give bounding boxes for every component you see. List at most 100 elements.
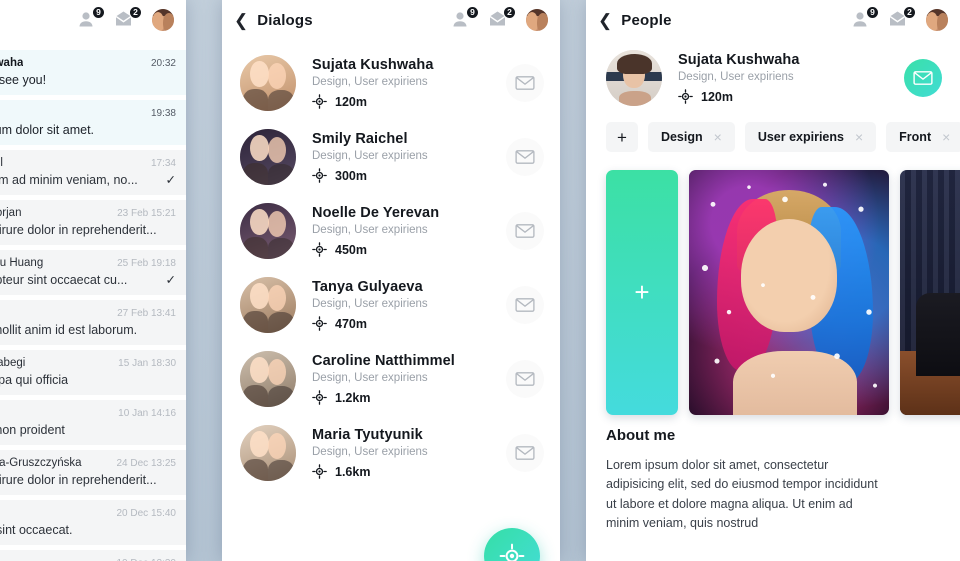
profile-title: People: [621, 11, 672, 29]
list-item[interactable]: Noelle De Yerevan Design, User expiriens 4…: [222, 194, 560, 268]
profile-panel: ❮ People 9 2 Sujata Kushwaha Design, Use…: [586, 0, 960, 561]
contacts-icon-button[interactable]: 9: [78, 6, 105, 30]
avatar[interactable]: [240, 277, 296, 333]
profile-name: Sujata Kushwaha: [678, 52, 800, 68]
locate-target-icon: [312, 464, 327, 479]
chevron-left-icon[interactable]: ❮: [234, 12, 248, 29]
plus-icon[interactable]: +: [617, 129, 627, 146]
chat-row[interactable]: ...rzabegi 15 Jan 18:30 ...ulpa qui offici…: [0, 350, 186, 395]
header-icon-group: 9 2: [852, 6, 948, 31]
locate-target-icon: [678, 89, 693, 104]
chat-row-message: ...sum dolor sit amet.: [0, 123, 176, 137]
close-icon[interactable]: ×: [714, 130, 722, 144]
contacts-icon-button[interactable]: 9: [852, 6, 879, 30]
chat-row-top: ...da27 Feb 13:41: [0, 307, 176, 319]
avatar[interactable]: [240, 425, 296, 481]
person-distance-row: 470m: [312, 316, 506, 331]
chat-preview-text: ... mollit anim id est laborum.: [0, 323, 138, 337]
avatar[interactable]: [240, 55, 296, 111]
message-button[interactable]: [506, 212, 544, 250]
chat-contact-name: ...Horjan: [0, 207, 22, 219]
send-message-button[interactable]: [904, 59, 942, 97]
add-tag-button[interactable]: +: [606, 122, 638, 152]
check-icon: ✓: [165, 173, 176, 187]
profile-avatar[interactable]: [526, 9, 548, 31]
chat-row-top: ...nt19:38: [0, 107, 176, 119]
contacts-icon-button[interactable]: 9: [452, 6, 479, 30]
avatar[interactable]: [240, 129, 296, 185]
list-item[interactable]: Caroline Natthimmel Design, User expirien…: [222, 342, 560, 416]
chat-row-message: ...o see you!: [0, 73, 176, 87]
dialogs-back-group[interactable]: ❮ Dialogs: [234, 12, 313, 29]
messages-icon-button[interactable]: 2: [115, 6, 142, 30]
chat-row-message: ...r sint occaecat.: [0, 523, 176, 537]
gallery-photo-room[interactable]: [900, 170, 960, 415]
list-item[interactable]: Smily Raichel Design, User expiriens 300m: [222, 120, 560, 194]
chat-rows: ...hwaha 20:32 ...o see you! ...nt19:38 ...s…: [0, 40, 186, 561]
chat-row[interactable]: ...tz10 Dec 12:30: [0, 550, 186, 561]
close-icon[interactable]: ×: [855, 130, 863, 144]
chat-row-top: ...uyu Huang 25 Feb 19:18: [0, 257, 176, 269]
locate-fab-button[interactable]: [484, 528, 540, 561]
profile-header: ❮ People 9 2: [586, 0, 960, 40]
person-distance-row: 120m: [312, 94, 506, 109]
chat-row-top: ...ke10 Jan 14:16: [0, 407, 176, 419]
messages-icon-button[interactable]: 2: [489, 6, 516, 30]
tag-label: User expiriens: [757, 130, 844, 144]
chat-preview-text: ...r sint occaecat.: [0, 523, 73, 537]
message-button[interactable]: [506, 64, 544, 102]
envelope-icon: [515, 298, 535, 312]
profile-avatar[interactable]: [926, 9, 948, 31]
person-subtitle: Design, User expiriens: [312, 150, 428, 162]
chat-row[interactable]: ...cka-Gruszczyńska 24 Dec 13:25 ...e irur…: [0, 450, 186, 495]
chat-row-message: ...epteur sint occaecat cu... ✓: [0, 273, 176, 287]
list-item[interactable]: Sujata Kushwaha Design, User expiriens 120…: [222, 46, 560, 120]
chevron-left-icon[interactable]: ❮: [598, 12, 612, 29]
messages-icon-button[interactable]: 2: [889, 6, 916, 30]
message-button[interactable]: [506, 286, 544, 324]
chat-row[interactable]: ...hwaha 20:32 ...o see you!: [0, 50, 186, 95]
chat-row-top: ...hel 17:34: [0, 157, 176, 169]
person-name: Sujata Kushwaha: [312, 57, 434, 73]
person-name: Caroline Natthimmel: [312, 353, 455, 369]
person-name: Maria Tyutyunik: [312, 427, 423, 443]
chat-row[interactable]: ...nt20 Dec 15:40 ...r sint occaecat.: [0, 500, 186, 545]
chat-row[interactable]: ...uyu Huang 25 Feb 19:18 ...epteur sint o…: [0, 250, 186, 295]
list-item[interactable]: Tanya Gulyaeva Design, User expiriens 470m: [222, 268, 560, 342]
avatar[interactable]: [240, 351, 296, 407]
profile-avatar[interactable]: [152, 9, 174, 31]
gallery-photo-club[interactable]: [689, 170, 889, 415]
person-subtitle: Design, User expiriens: [312, 372, 428, 384]
profile-back-group[interactable]: ❮ People: [598, 12, 672, 29]
list-item-info: Maria Tyutyunik Design, User expiriens 1.6…: [296, 427, 506, 479]
chat-row-message: ...t non proident: [0, 423, 176, 437]
chat-row[interactable]: ...ke10 Jan 14:16 ...t non proident: [0, 400, 186, 445]
left-panel-header: 9 2: [0, 0, 186, 40]
avatar[interactable]: [240, 203, 296, 259]
avatar-face-right: [163, 13, 174, 31]
chat-row[interactable]: ...hel 17:34 ...nim ad minim veniam, no...…: [0, 150, 186, 195]
tag-chip[interactable]: User expiriens ×: [744, 122, 877, 152]
locate-target-icon: [312, 242, 327, 257]
check-icon: ✓: [165, 273, 176, 287]
list-item[interactable]: Maria Tyutyunik Design, User expiriens 1.6…: [222, 416, 560, 490]
chat-row[interactable]: ...da27 Feb 13:41 ... mollit anim id est …: [0, 300, 186, 345]
tag-chip[interactable]: Front ×: [886, 122, 960, 152]
chat-contact-name: ...hwaha: [0, 57, 24, 69]
locate-target-icon: [312, 94, 327, 109]
close-icon[interactable]: ×: [942, 130, 950, 144]
tag-chip[interactable]: Design ×: [647, 122, 735, 152]
profile-photo[interactable]: [606, 50, 662, 106]
person-distance-row: 450m: [312, 242, 506, 257]
chat-row[interactable]: ...nt19:38 ...sum dolor sit amet.: [0, 100, 186, 145]
message-button[interactable]: [506, 360, 544, 398]
message-button[interactable]: [506, 434, 544, 472]
add-photo-card[interactable]: +: [606, 170, 678, 415]
chat-row[interactable]: ...Horjan 23 Feb 15:21 ...e irure dolor in…: [0, 200, 186, 245]
chat-timestamp: 15 Jan 18:30: [118, 358, 176, 369]
message-button[interactable]: [506, 138, 544, 176]
chat-preview-text: ...sum dolor sit amet.: [0, 123, 95, 137]
envelope-icon: [515, 76, 535, 90]
chat-preview-text: ...epteur sint occaecat cu...: [0, 273, 128, 287]
chat-timestamp: 19:38: [150, 108, 176, 119]
